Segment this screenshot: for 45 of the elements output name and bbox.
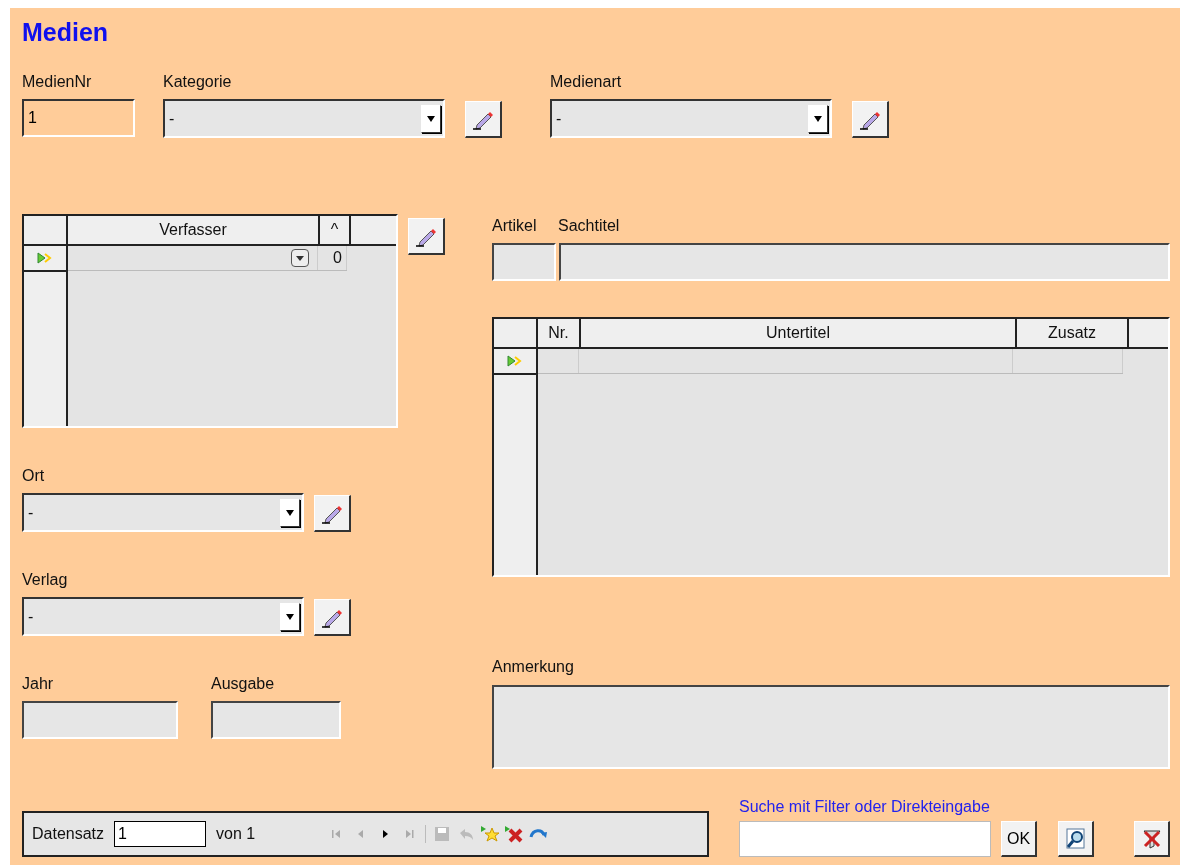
sachtitel-field[interactable] <box>559 243 1170 281</box>
record-number-field[interactable]: 1 <box>114 821 207 847</box>
record-label: Datensatz <box>32 825 105 843</box>
search-label: Suche mit Filter oder Direkteingabe <box>739 797 991 817</box>
anmerkung-field[interactable] <box>492 685 1170 769</box>
field-label: Anmerkung <box>492 657 575 677</box>
edit-button[interactable] <box>408 218 445 255</box>
authors-table[interactable]: Verfasser ^ 0 <box>22 214 398 428</box>
record-count: von 1 <box>216 825 256 843</box>
edit-button[interactable] <box>314 599 351 636</box>
column-header[interactable]: Untertitel <box>581 319 1017 347</box>
edit-button[interactable] <box>465 101 502 138</box>
jahr-field[interactable] <box>22 701 178 739</box>
column-header[interactable]: Zusatz <box>1017 319 1129 347</box>
field-label: Ausgabe <box>211 674 276 694</box>
kategorie-dropdown[interactable]: - <box>163 99 445 138</box>
medien-nr-field[interactable]: 1 <box>22 99 135 137</box>
form-title: Medien <box>22 18 110 46</box>
field-label: Kategorie <box>163 72 233 92</box>
search-button[interactable] <box>1058 821 1094 857</box>
current-row-icon <box>37 252 53 264</box>
search-icon <box>1063 826 1088 851</box>
table-cell: 0 <box>318 246 347 270</box>
medienart-dropdown[interactable]: - <box>550 99 832 138</box>
artikel-field[interactable] <box>492 243 556 281</box>
field-label: MedienNr <box>22 72 93 92</box>
field-label: Artikel <box>492 216 538 236</box>
dropdown-field[interactable]: - <box>22 493 304 532</box>
edit-button[interactable] <box>852 101 889 138</box>
search-field[interactable] <box>739 821 991 857</box>
remove-filter-button[interactable] <box>1134 821 1170 857</box>
field-label: Jahr <box>22 674 55 694</box>
current-row-icon <box>507 355 523 367</box>
column-header[interactable]: Nr. <box>538 319 581 347</box>
field-label: Ort <box>22 466 46 486</box>
dropdown-field[interactable]: - <box>22 597 304 636</box>
column-header[interactable]: Verfasser <box>68 216 320 244</box>
field-label: Medienart <box>550 72 623 92</box>
field-label: Sachtitel <box>558 216 620 236</box>
ok-button[interactable]: OK <box>1001 821 1037 857</box>
ausgabe-field[interactable] <box>211 701 341 739</box>
column-header[interactable]: ^ <box>320 216 351 244</box>
field-label: Verlag <box>22 570 69 590</box>
edit-button[interactable] <box>314 495 351 532</box>
subtitles-table[interactable]: Nr. Untertitel Zusatz <box>492 317 1170 577</box>
